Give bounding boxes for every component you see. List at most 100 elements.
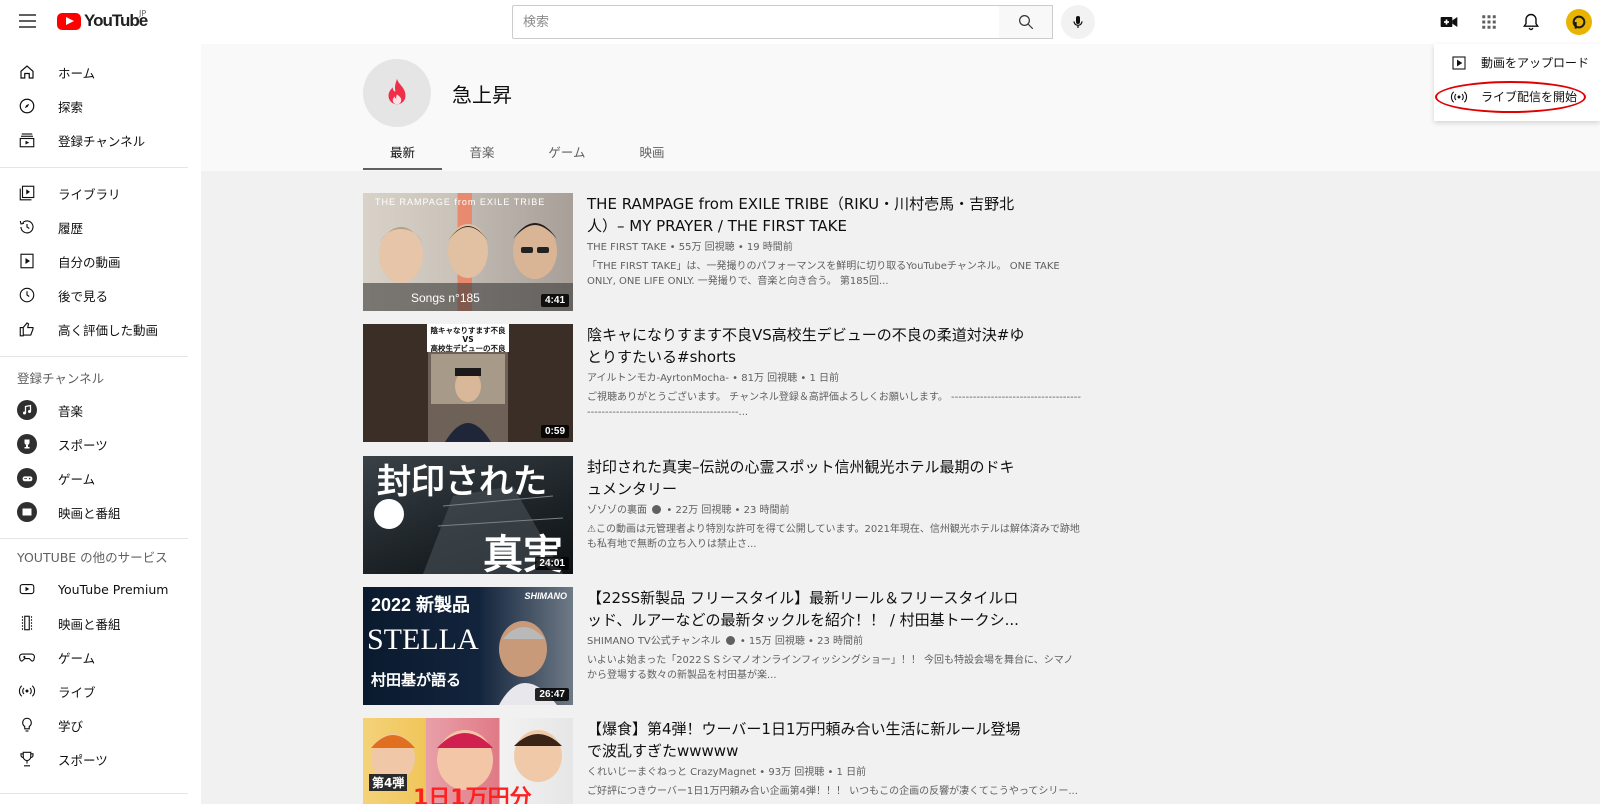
- sidebar-item-gaming[interactable]: ゲーム: [0, 462, 188, 494]
- library-icon: [17, 183, 37, 203]
- video-meta: SHIMANO TV公式チャンネル • 15万 回視聴 • 23 時間前: [587, 636, 863, 647]
- sidebar-item-label: 履歴: [58, 220, 84, 236]
- create-button[interactable]: [1437, 10, 1461, 34]
- menu-icon[interactable]: [14, 8, 40, 34]
- gaming-icon: [17, 468, 37, 488]
- video-meta: くれいじーまぐねっと CrazyMagnet • 93万 回視聴 • 1 日前: [587, 767, 867, 778]
- video-title[interactable]: 陰キャになりすます不良VS高校生デビューの不良の柔道対決#ゆとりすたいる#sho…: [587, 324, 1027, 368]
- video-title[interactable]: 封印された真実–伝説の心霊スポット信州観光ホテル最期のドキュメンタリー: [587, 456, 1027, 500]
- sidebar-item-label: ゲーム: [58, 471, 96, 487]
- sidebar-item-sports-2[interactable]: スポーツ: [0, 743, 188, 775]
- sidebar: ホーム 探索 登録チャンネル ライブラリ 履歴 自分の動画 後で見る 高く評価し…: [0, 44, 188, 804]
- sidebar-item-home[interactable]: ホーム: [0, 56, 188, 88]
- video-description: ご視聴ありがとうございます。 チャンネル登録＆高評価よろしくお願いします。 --…: [587, 392, 1081, 418]
- lightbulb-icon: [17, 715, 37, 735]
- video-duration: 26:47: [535, 688, 569, 701]
- video-duration: 4:41: [540, 294, 569, 307]
- voice-search-button[interactable]: [1061, 5, 1095, 39]
- sidebar-item-label: 映画と番組: [58, 505, 121, 521]
- thumbnail-text: 1日1万円分: [413, 786, 532, 804]
- youtube-premium-icon: [17, 579, 37, 599]
- video-thumbnail[interactable]: 第4弾 1日1万円分: [363, 718, 573, 804]
- thumbnail-text: STELLA: [367, 623, 479, 656]
- menu-item-upload-video[interactable]: 動画をアップロード: [1434, 46, 1600, 78]
- account-avatar[interactable]: [1566, 9, 1592, 35]
- apps-button[interactable]: [1477, 10, 1501, 34]
- channel-name[interactable]: SHIMANO TV公式チャンネル: [587, 636, 720, 647]
- sidebar-item-movies[interactable]: 映画と番組: [0, 496, 188, 528]
- video-item[interactable]: 陰キャなりすます不良 VS 高校生デビューの不良 0:59 陰キャになりすます不…: [363, 324, 1083, 442]
- channel-name[interactable]: ゾゾゾの裏面: [587, 505, 647, 516]
- sidebar-item-liked-videos[interactable]: 高く評価した動画: [0, 313, 188, 345]
- top-bar: YouTube JP: [0, 0, 1600, 44]
- thumbnail-brand: SHIMANO: [524, 591, 568, 601]
- thumbnail-text: THE RAMPAGE from EXILE TRIBE: [375, 197, 546, 207]
- sidebar-item-label: ライブラリ: [58, 186, 121, 202]
- divider: [0, 356, 188, 357]
- tab-music[interactable]: 音楽: [460, 142, 504, 161]
- sidebar-item-watch-later[interactable]: 後で見る: [0, 279, 188, 311]
- view-count: 93万 回視聴: [768, 767, 825, 778]
- view-count: 81万 回視聴: [741, 373, 798, 384]
- your-videos-icon: [17, 251, 37, 271]
- video-title[interactable]: 【爆食】第4弾！ウーバー1日1万円頼み合い生活に新ルール登場で波乱すぎたwwww…: [587, 718, 1027, 762]
- gamepad-icon: [17, 647, 37, 667]
- flame-icon: [388, 78, 406, 105]
- youtube-logo[interactable]: YouTube JP: [57, 9, 148, 31]
- video-item[interactable]: THE RAMPAGE from EXILE TRIBE Songs n°185…: [363, 193, 1083, 311]
- thumbnail-text: VS: [462, 335, 474, 344]
- upload-age: 23 時間前: [817, 636, 863, 647]
- sidebar-item-history[interactable]: 履歴: [0, 211, 188, 243]
- verified-badge-icon: [725, 636, 735, 645]
- video-thumbnail[interactable]: THE RAMPAGE from EXILE TRIBE Songs n°185…: [363, 193, 573, 311]
- tab-latest[interactable]: 最新: [363, 142, 442, 161]
- sidebar-item-library[interactable]: ライブラリ: [0, 177, 188, 209]
- sidebar-item-your-videos[interactable]: 自分の動画: [0, 245, 188, 277]
- tab-gaming[interactable]: ゲーム: [540, 142, 594, 161]
- video-camera-plus-icon: [1440, 17, 1458, 27]
- video-duration: 24:01: [535, 557, 569, 570]
- search-button[interactable]: [999, 5, 1053, 39]
- logo-text: YouTube: [84, 11, 148, 30]
- sidebar-item-learning[interactable]: 学び: [0, 709, 188, 741]
- sidebar-item-movies-shows[interactable]: 映画と番組: [0, 607, 188, 639]
- video-item[interactable]: 第4弾 1日1万円分 【爆食】第4弾！ウーバー1日1万円頼み合い生活に新ルール登…: [363, 718, 1083, 804]
- channel-name[interactable]: THE FIRST TAKE: [587, 242, 666, 253]
- thumbnail-text: 高校生デビューの不良: [430, 344, 506, 353]
- sidebar-item-label: 登録チャンネル: [58, 133, 146, 149]
- search-icon: [1018, 15, 1033, 30]
- video-thumbnail[interactable]: 封印された 真実 24:01: [363, 456, 573, 574]
- channel-name[interactable]: くれいじーまぐねっと CrazyMagnet: [587, 767, 756, 778]
- video-thumbnail[interactable]: 陰キャなりすます不良 VS 高校生デビューの不良 0:59: [363, 324, 573, 442]
- music-icon: [17, 400, 37, 420]
- view-count: 55万 回視聴: [678, 242, 735, 253]
- trophy-icon: [17, 434, 37, 454]
- divider: [0, 793, 188, 794]
- video-duration: 0:59: [540, 425, 569, 438]
- sidebar-item-label: 学び: [58, 718, 84, 734]
- upload-age: 19 時間前: [746, 242, 793, 253]
- sidebar-item-live[interactable]: ライブ: [0, 675, 188, 707]
- channel-name[interactable]: アイルトンモカ-AyrtonMocha-: [587, 373, 729, 384]
- tab-movies[interactable]: 映画: [630, 142, 674, 161]
- video-item[interactable]: 2022 新製品 SHIMANO STELLA 村田基が語る 26:47 【22…: [363, 587, 1083, 705]
- sidebar-item-music[interactable]: 音楽: [0, 394, 188, 426]
- sidebar-item-explore[interactable]: 探索: [0, 90, 188, 122]
- video-title[interactable]: 【22SS新製品 フリースタイル】最新リール＆フリースタイルロッド、ルアーなどの…: [587, 587, 1027, 631]
- video-title[interactable]: THE RAMPAGE from EXILE TRIBE（RIKU・川村壱馬・吉…: [587, 193, 1027, 237]
- notifications-button[interactable]: [1519, 10, 1543, 34]
- sidebar-item-sports[interactable]: スポーツ: [0, 428, 188, 460]
- page-title: 急上昇: [452, 83, 512, 107]
- video-thumbnail[interactable]: 2022 新製品 SHIMANO STELLA 村田基が語る 26:47: [363, 587, 573, 705]
- sidebar-item-youtube-premium[interactable]: YouTube Premium: [0, 573, 188, 605]
- sidebar-item-games[interactable]: ゲーム: [0, 641, 188, 673]
- upload-icon: [1450, 54, 1468, 72]
- search-input[interactable]: [513, 6, 999, 38]
- movies-icon: [17, 502, 37, 522]
- youtube-play-icon: [57, 12, 81, 30]
- search-box: [512, 5, 1000, 39]
- thumbnail-text: Songs n°185: [411, 291, 480, 305]
- sidebar-item-subscriptions[interactable]: 登録チャンネル: [0, 124, 188, 156]
- sidebar-item-label: 自分の動画: [58, 254, 121, 270]
- video-item[interactable]: 封印された 真実 24:01 封印された真実–伝説の心霊スポット信州観光ホテル最…: [363, 456, 1083, 574]
